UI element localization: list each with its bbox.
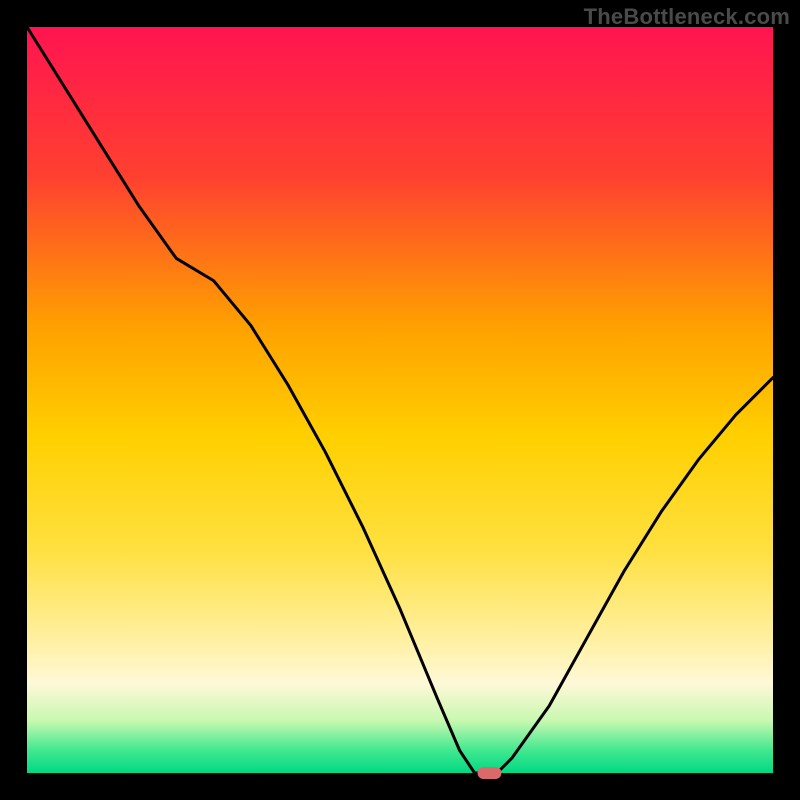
- optimum-marker: [478, 767, 502, 779]
- bottleneck-chart: [0, 0, 800, 800]
- plot-background: [27, 27, 773, 773]
- chart-container: TheBottleneck.com: [0, 0, 800, 800]
- watermark-text: TheBottleneck.com: [584, 4, 790, 30]
